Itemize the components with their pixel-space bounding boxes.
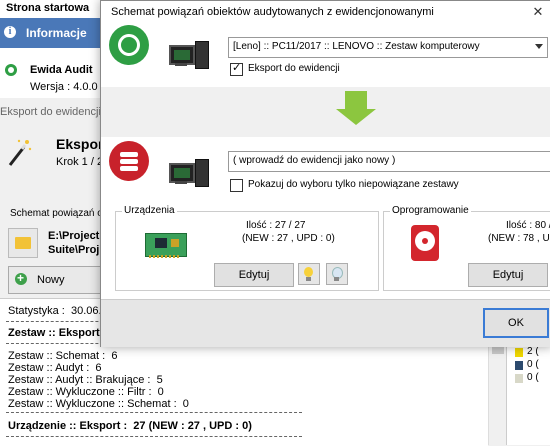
close-icon[interactable]: ✕ bbox=[531, 5, 545, 19]
computer-icon bbox=[169, 159, 209, 187]
info-bar-label: Informacje bbox=[26, 26, 87, 40]
plus-icon bbox=[15, 271, 27, 285]
log-line: Zestaw :: Wykluczone :: Filtr : 0 bbox=[8, 386, 164, 398]
edit-software-button[interactable]: Edytuj bbox=[468, 263, 548, 287]
dialog-titlebar[interactable]: Schemat powiązań obiektów audytowanych z… bbox=[101, 1, 550, 25]
export-checkbox-label: Eksport do ewidencji bbox=[248, 63, 340, 74]
legend-text: 2 ( bbox=[527, 346, 539, 357]
source-set-combo[interactable]: [Leno] :: PC11/2017 :: LENOVO :: Zestaw … bbox=[228, 37, 548, 58]
legend-swatch bbox=[515, 374, 523, 383]
project-path-line2: Suite\Proj bbox=[48, 244, 100, 256]
log-line: Zestaw :: Audyt : 6 bbox=[8, 362, 102, 374]
lightbulb-on-icon[interactable] bbox=[298, 263, 320, 285]
info-bar[interactable]: i Informacje bbox=[0, 18, 110, 48]
software-group-title: Oprogramowanie bbox=[390, 205, 471, 216]
folder-icon bbox=[15, 237, 31, 249]
magic-wand-icon bbox=[8, 139, 32, 166]
database-icon bbox=[109, 141, 149, 181]
info-icon: i bbox=[4, 26, 16, 38]
log-line: Zestaw :: Audyt :: Brakujące : 5 bbox=[8, 374, 163, 386]
log-urzadzenie-header: Urządzenie :: Eksport : 27 (NEW : 27 , U… bbox=[8, 420, 252, 432]
schemat-label: Schemat powiązań obi bbox=[10, 208, 111, 219]
edit-devices-button[interactable]: Edytuj bbox=[214, 263, 294, 287]
open-folder-button[interactable] bbox=[8, 228, 38, 258]
software-count: Ilość : 80 / bbox=[506, 220, 550, 231]
legend-text: 0 ( bbox=[527, 372, 539, 383]
log-separator bbox=[6, 436, 302, 437]
software-detail: (NEW : 78 , UPD : bbox=[488, 233, 550, 244]
dialog-footer: OK bbox=[101, 299, 550, 347]
target-set-combo[interactable]: ( wprowadź do ewidencji jako nowy ) bbox=[228, 151, 550, 172]
wizard-window-title: Eksport do ewidencji ( bbox=[0, 106, 108, 118]
new-button-label: Nowy bbox=[37, 274, 65, 286]
chevron-down-icon bbox=[535, 44, 543, 49]
product-panel: Ewida Audit Wersja : 4.0.0 bbox=[0, 48, 110, 98]
hardware-board-icon bbox=[145, 229, 187, 258]
product-name: Ewida Audit bbox=[30, 64, 93, 76]
software-disk-icon bbox=[411, 225, 439, 261]
unlinked-only-checkbox-label: Pokazuj do wyboru tylko niepowiązane zes… bbox=[248, 179, 459, 190]
target-set-value: ( wprowadź do ewidencji jako nowy ) bbox=[233, 155, 396, 166]
log-statystyka: Statystyka : 30.06.2 bbox=[8, 305, 108, 317]
log-line: Zestaw :: Wykluczone :: Schemat : 0 bbox=[8, 398, 189, 410]
tab-label: Strona startowa bbox=[6, 2, 90, 14]
legend-swatch bbox=[515, 348, 523, 357]
schemat-dialog: Schemat powiązań obiektów audytowanych z… bbox=[100, 0, 550, 347]
dialog-title: Schemat powiązań obiektów audytowanych z… bbox=[111, 6, 434, 18]
arrow-down-icon bbox=[336, 91, 376, 125]
ewida-logo-icon bbox=[5, 64, 17, 76]
unlinked-only-checkbox[interactable] bbox=[230, 179, 243, 192]
ok-button[interactable]: OK bbox=[483, 308, 549, 338]
export-checkbox[interactable] bbox=[230, 61, 243, 76]
devices-detail: (NEW : 27 , UPD : 0) bbox=[242, 233, 335, 244]
legend-swatch bbox=[515, 361, 523, 370]
log-separator bbox=[6, 412, 302, 413]
log-line: Zestaw :: Schemat : 6 bbox=[8, 350, 118, 362]
legend-text: 0 ( bbox=[527, 359, 539, 370]
new-button[interactable]: Nowy bbox=[8, 266, 106, 294]
wizard-step: Krok 1 / 2 bbox=[56, 156, 104, 168]
devices-count: Ilość : 27 / 27 bbox=[246, 220, 306, 231]
audit-source-icon bbox=[109, 25, 149, 65]
source-set-value: [Leno] :: PC11/2017 :: LENOVO :: Zestaw … bbox=[233, 41, 480, 52]
product-version: Wersja : 4.0.0 bbox=[30, 81, 98, 93]
wizard-heading: Ekspor bbox=[56, 136, 104, 152]
project-path-line1: E:\Project bbox=[48, 230, 100, 242]
lightbulb-off-icon[interactable] bbox=[326, 263, 348, 285]
tab-strona-startowa[interactable]: Strona startowa bbox=[0, 0, 111, 18]
devices-group-title: Urządzenia bbox=[122, 205, 177, 216]
log-zestaw-header: Zestaw :: Eksport bbox=[8, 327, 100, 339]
computer-icon bbox=[169, 41, 209, 69]
